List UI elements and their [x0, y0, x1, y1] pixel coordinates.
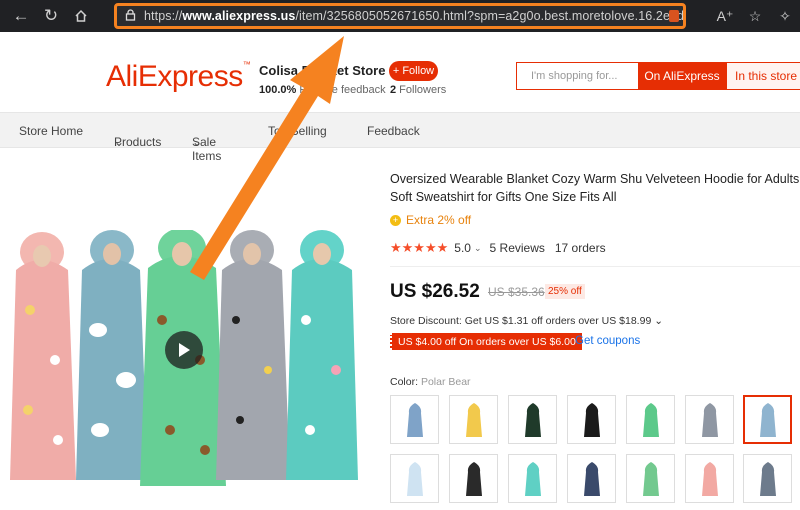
color-swatch[interactable] — [508, 454, 557, 503]
original-price: US $35.36 — [488, 285, 545, 299]
color-swatch[interactable] — [449, 454, 498, 503]
url-text: https://www.aliexpress.us/item/325680505… — [144, 9, 686, 23]
nav-feedback[interactable]: Feedback — [367, 124, 420, 138]
discount-badge: 25% off — [545, 284, 585, 299]
color-swatch[interactable] — [626, 454, 675, 503]
color-swatch[interactable] — [685, 395, 734, 444]
back-icon[interactable]: ← — [6, 0, 36, 32]
chevron-down-icon: ⌄ — [114, 135, 125, 149]
color-swatch[interactable] — [390, 454, 439, 503]
rating-row: ★★★★★ 5.0 ⌄ 5 Reviews 17 orders — [390, 240, 606, 256]
store-discount[interactable]: Store Discount: Get US $1.31 off orders … — [390, 315, 663, 327]
color-swatch[interactable] — [567, 395, 616, 444]
get-coupons-link[interactable]: Get coupons — [575, 335, 640, 347]
chevron-down-icon: ⌄ — [654, 315, 664, 327]
home-icon[interactable] — [66, 0, 96, 32]
color-label: Color: Polar Bear — [390, 376, 471, 388]
chevron-down-icon: ⌄ — [192, 135, 203, 149]
extension-badge-icon[interactable] — [669, 10, 679, 22]
price: US $26.52 — [390, 281, 480, 302]
rating-value[interactable]: 5.0 — [454, 241, 471, 255]
color-swatch[interactable] — [743, 454, 792, 503]
lock-icon — [125, 8, 136, 24]
color-swatch[interactable] — [685, 454, 734, 503]
product-title: Oversized Wearable Blanket Cozy Warm Shu… — [390, 172, 800, 204]
follow-button[interactable]: + Follow — [389, 61, 438, 81]
color-swatch[interactable] — [390, 395, 439, 444]
browser-toolbar: ← ↻ https://www.aliexpress.us/item/32568… — [0, 0, 800, 32]
color-swatch[interactable] — [508, 395, 557, 444]
coin-icon: + — [390, 214, 401, 226]
store-name[interactable]: Colisa Blanket Store ▼ — [259, 63, 399, 78]
chevron-down-icon: ⌄ — [473, 242, 482, 253]
aliexpress-logo[interactable]: AliExpress™ — [106, 60, 251, 94]
color-swatch[interactable] — [449, 395, 498, 444]
extensions-icon[interactable]: ✧ — [770, 8, 800, 25]
reviews-link[interactable]: 5 Reviews — [490, 241, 545, 255]
nav-top-selling[interactable]: Top Selling — [268, 124, 327, 138]
address-bar[interactable]: https://www.aliexpress.us/item/325680505… — [114, 3, 686, 29]
star-rating-icon: ★★★★★ — [390, 240, 449, 255]
store-nav: Store Home Products ⌄ Sale Items ⌄ Top S… — [0, 112, 800, 163]
color-swatch-selected[interactable] — [743, 395, 792, 444]
orders-count: 17 orders — [554, 241, 606, 255]
play-video-icon[interactable] — [165, 331, 203, 369]
store-followers: 2 Followers — [390, 84, 447, 96]
extra-discount: + Extra 2% off — [390, 213, 471, 227]
divider — [390, 266, 800, 267]
read-aloud-icon[interactable]: A⁺ — [710, 8, 740, 25]
search-input[interactable]: I'm shopping for... — [516, 62, 638, 90]
coupon-badge: US $4.00 off On orders over US $6.00 — [390, 333, 582, 350]
nav-store-home[interactable]: Store Home — [19, 124, 83, 138]
search-store-button[interactable]: In this store — [726, 62, 800, 90]
color-swatch[interactable] — [567, 454, 616, 503]
search-aliexpress-button[interactable]: On AliExpress — [638, 62, 726, 90]
store-feedback: 100.0% Positive feedback — [259, 84, 386, 96]
refresh-icon[interactable]: ↻ — [36, 0, 66, 32]
color-swatch[interactable] — [626, 395, 675, 444]
favorites-icon[interactable]: ☆ — [740, 8, 770, 25]
